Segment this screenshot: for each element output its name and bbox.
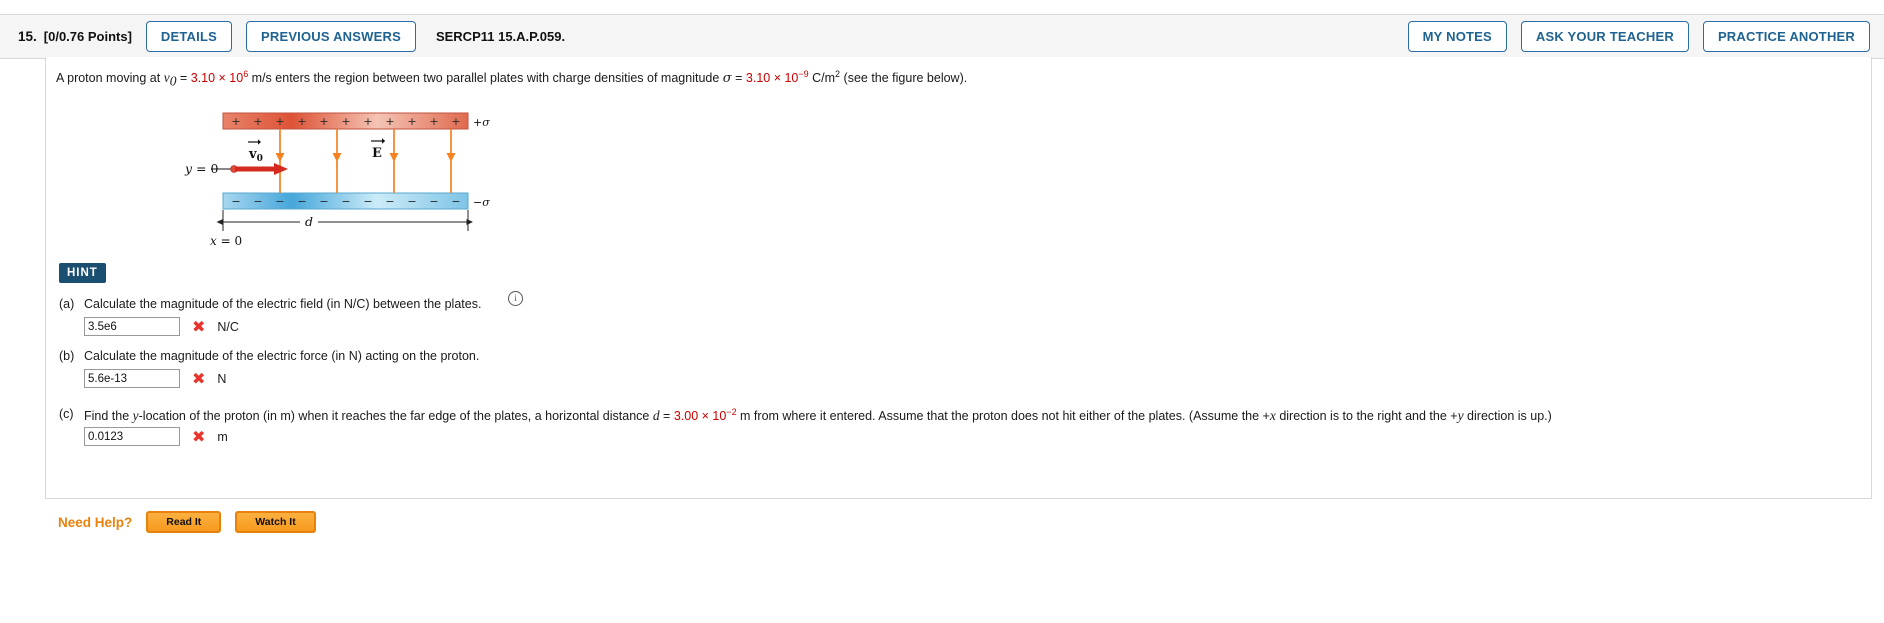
equals-1: =	[176, 71, 191, 86]
svg-text:+: +	[429, 115, 438, 128]
question-header-bar: 15. [0/0.76 Points] DETAILS PREVIOUS ANS…	[0, 14, 1884, 59]
part-c-incorrect-icon: ✖	[192, 426, 206, 446]
part-c-input[interactable]	[84, 427, 180, 446]
part-c-equals: =	[659, 409, 674, 424]
top-plate-sigma-label: +σ	[473, 116, 490, 129]
need-help-label: Need Help?	[58, 514, 133, 530]
part-a-text: Calculate the magnitude of the electric …	[84, 297, 482, 311]
statement-part-3: C/m	[808, 71, 836, 86]
question-points: [0/0.76 Points]	[43, 29, 132, 44]
part-c-text-b: -location of the proton (in m) when it r…	[138, 409, 653, 424]
part-b-text: Calculate the magnitude of the electric …	[84, 349, 480, 363]
svg-text:−: −	[451, 195, 460, 208]
svg-text:−: −	[341, 195, 350, 208]
statement-part-1: A proton moving at	[56, 71, 164, 86]
svg-text:+: +	[363, 115, 372, 128]
v0-value: 3.10 × 10	[190, 71, 244, 86]
x-zero-label: x = 0	[210, 234, 242, 248]
part-a-unit: N/C	[217, 319, 239, 334]
svg-text:+: +	[275, 115, 284, 128]
part-c-text-d2: direction is to the right and the +	[1275, 409, 1458, 424]
svg-text:+: +	[407, 115, 416, 128]
svg-text:+: +	[319, 115, 328, 128]
svg-text:−: −	[253, 195, 262, 208]
svg-text:−: −	[297, 195, 306, 208]
part-c-text-c: m from where it entered. Assume that the…	[736, 409, 1270, 424]
svg-text:−: −	[363, 195, 372, 208]
svg-text:+: +	[451, 115, 460, 128]
svg-text:+: +	[297, 115, 306, 128]
read-it-button[interactable]: Read It	[146, 511, 222, 533]
part-c-text-a: Find the	[84, 409, 133, 424]
part-b-answer-row: ✖ N	[84, 369, 226, 388]
hint-button[interactable]: HINT	[59, 263, 106, 283]
equals-2: =	[731, 71, 746, 86]
statement-part-2: m/s enters the region between two parall…	[248, 71, 723, 86]
need-help-section: Need Help? Read It Watch It	[58, 511, 316, 533]
part-c-d-exponent: −2	[726, 407, 737, 417]
d-label: d	[305, 214, 313, 229]
part-c-unit: m	[217, 429, 228, 444]
svg-text:+: +	[385, 115, 394, 128]
svg-text:−: −	[407, 195, 416, 208]
practice-another-button[interactable]: PRACTICE ANOTHER	[1702, 21, 1870, 52]
figure-info-icon[interactable]: i	[508, 291, 523, 306]
part-c-answer-row: ✖ m	[84, 427, 228, 446]
electric-field-arrowheads	[275, 153, 456, 162]
bottom-plate-sigma-label: −σ	[473, 196, 490, 209]
question-number: 15.	[18, 29, 37, 44]
sigma-value-exponent: −9	[798, 69, 809, 79]
watch-it-button[interactable]: Watch It	[235, 511, 316, 533]
problem-code: SERCP11 15.A.P.059.	[435, 29, 566, 44]
part-a-answer-row: ✖ N/C	[84, 317, 239, 336]
velocity-arrow-head	[274, 163, 288, 175]
svg-text:+: +	[341, 115, 350, 128]
v0-vector-label: v0	[248, 139, 263, 164]
svg-text:−: −	[385, 195, 394, 208]
svg-text:−: −	[319, 195, 328, 208]
svg-text:−: −	[231, 195, 240, 208]
svg-text:+: +	[253, 115, 262, 128]
part-c-d-value: 3.00 × 10	[673, 409, 727, 424]
svg-text:−: −	[275, 195, 284, 208]
ask-your-teacher-button[interactable]: ASK YOUR TEACHER	[1520, 21, 1689, 52]
details-button[interactable]: DETAILS	[145, 21, 232, 52]
part-c-letter: (c)	[59, 407, 74, 421]
part-c-text: Find the y-location of the proton (in m)…	[84, 407, 1552, 424]
part-b-letter: (b)	[59, 349, 75, 363]
svg-text:+: +	[231, 115, 240, 128]
previous-answers-button[interactable]: PREVIOUS ANSWERS	[245, 21, 416, 52]
svg-text:−: −	[429, 195, 438, 208]
question-card: A proton moving at v0 = 3.10 × 106 m/s e…	[45, 57, 1872, 499]
part-a-input[interactable]	[84, 317, 180, 336]
part-b-incorrect-icon: ✖	[192, 368, 206, 388]
sigma-value: 3.10 × 10	[745, 71, 799, 86]
problem-statement: A proton moving at v0 = 3.10 × 106 m/s e…	[56, 66, 967, 90]
part-b-input[interactable]	[84, 369, 180, 388]
statement-part-4: (see the figure below).	[840, 71, 968, 86]
my-notes-button[interactable]: MY NOTES	[1407, 21, 1507, 52]
svg-text:v0: v0	[248, 147, 263, 164]
electric-field-lines	[279, 129, 452, 193]
part-a-letter: (a)	[59, 297, 75, 311]
svg-text:E: E	[372, 146, 382, 161]
sigma-symbol: σ	[722, 71, 732, 87]
e-field-label: E	[371, 138, 386, 161]
part-c-d-symbol: d	[652, 408, 660, 424]
parallel-plates-figure: + + + + + + + + + + + +σ − − − − − − − − − − − −σ	[161, 100, 581, 250]
part-a-incorrect-icon: ✖	[192, 316, 206, 336]
part-c-text-e: direction is up.)	[1463, 409, 1552, 424]
part-b-unit: N	[217, 371, 227, 386]
figure-svg: + + + + + + + + + + + +σ − − − − − − − − − − − −σ	[184, 112, 490, 248]
